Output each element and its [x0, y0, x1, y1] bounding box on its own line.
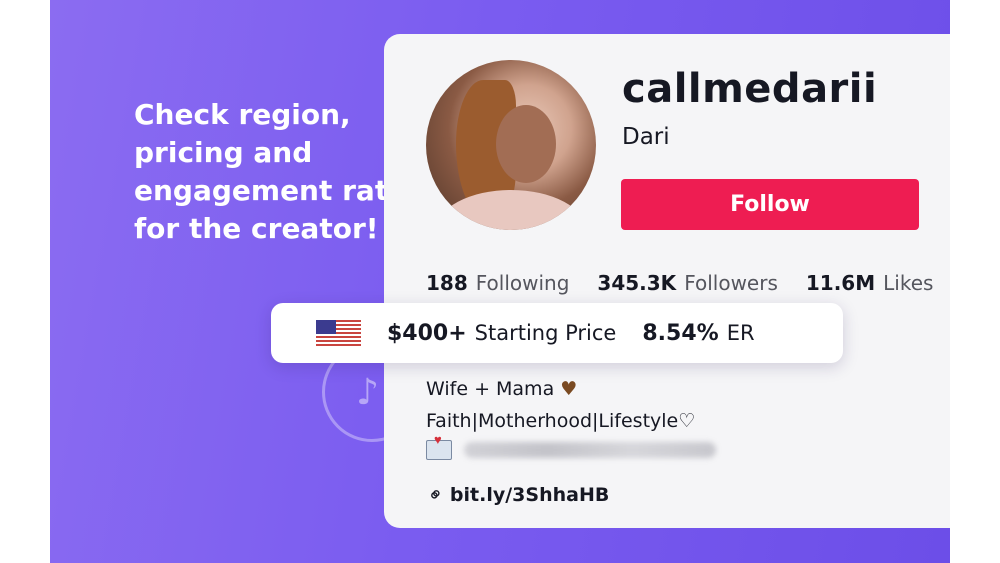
- profile-username: callmedarii: [622, 66, 878, 112]
- stat-likes: 11.6M Likes: [806, 271, 934, 295]
- bio-line: Wife + Mama ♥: [426, 378, 578, 400]
- stat-label: Likes: [883, 271, 934, 295]
- engagement-rate-value: 8.54%: [642, 320, 719, 346]
- bio-link[interactable]: ⚭ bit.ly/3ShhaHB: [423, 482, 610, 509]
- starting-price-value: $400+: [387, 320, 467, 346]
- bio-link-text[interactable]: bit.ly/3ShhaHB: [450, 484, 609, 506]
- stat-value: 11.6M: [805, 271, 876, 295]
- white-heart-icon: ♡: [678, 410, 696, 432]
- stat-value: 188: [426, 271, 468, 295]
- profile-display-name: Dari: [622, 124, 670, 150]
- stat-label: Following: [475, 271, 570, 295]
- stat-followers[interactable]: 345.3K Followers: [597, 271, 777, 295]
- us-flag-icon: [316, 320, 361, 346]
- love-letter-icon: ♥: [426, 432, 452, 460]
- engagement-rate-label: ER: [726, 321, 755, 345]
- bio-line: Faith|Motherhood|Lifestyle♡: [426, 410, 696, 432]
- headline: Check region, pricing and engagement rat…: [134, 98, 408, 245]
- follow-button[interactable]: Follow: [621, 179, 919, 230]
- brown-heart-icon: ♥: [560, 378, 578, 400]
- stat-value: 345.3K: [597, 271, 677, 295]
- starting-price-label: Starting Price: [474, 321, 617, 345]
- bio-email: ♥: [426, 432, 716, 460]
- profile-stats: 188 Following 345.3K Followers 11.6M Lik…: [426, 268, 961, 298]
- stat-label: Followers: [684, 271, 778, 295]
- tiktok-note-icon: ♪: [356, 372, 379, 413]
- stat-following[interactable]: 188 Following: [426, 271, 569, 295]
- avatar[interactable]: [426, 60, 596, 230]
- blurred-email: [464, 442, 716, 458]
- pricing-overlay: $400+ Starting Price 8.54% ER: [271, 303, 843, 363]
